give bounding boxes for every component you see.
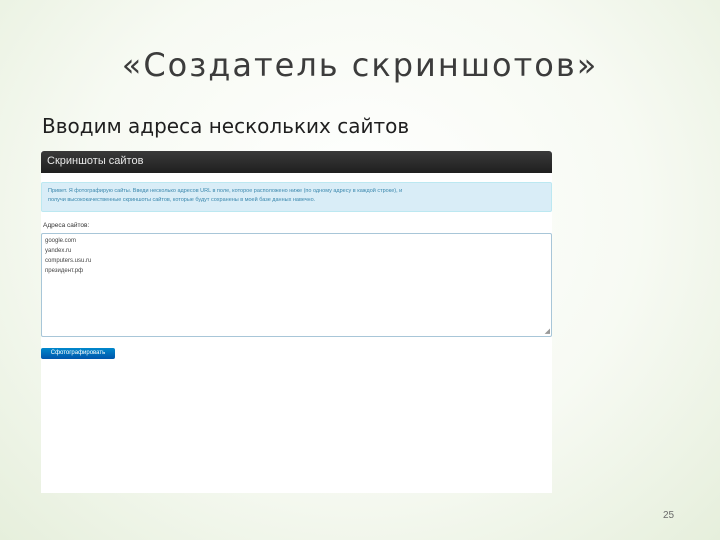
slide-subtitle: Вводим адреса нескольких сайтов	[42, 114, 410, 138]
alert-line: получи высококачественные скриншоты сайт…	[48, 197, 316, 203]
navbar-brand[interactable]: Скриншоты сайтов	[47, 155, 143, 167]
slide-title: «Создатель скриншотов»	[121, 46, 599, 84]
urls-textarea[interactable]: google.com yandex.ru computers.usu.ru пр…	[41, 233, 552, 337]
app-screenshot: Скриншоты сайтов Привет. Я фотографирую …	[41, 151, 552, 493]
urls-label: Адреса сайтов:	[43, 222, 90, 229]
navbar: Скриншоты сайтов	[41, 151, 552, 173]
url-line: computers.usu.ru	[45, 258, 92, 264]
submit-button[interactable]: Сфотографировать	[41, 348, 115, 359]
alert-line: Привет. Я фотографирую сайты. Введи неск…	[48, 188, 403, 194]
resize-handle-icon[interactable]: ◢	[545, 327, 550, 335]
url-line: google.com	[45, 238, 77, 244]
url-line: yandex.ru	[45, 248, 72, 254]
url-line: президент.рф	[45, 268, 84, 274]
info-alert: Привет. Я фотографирую сайты. Введи неск…	[41, 182, 552, 212]
page-number: 25	[663, 510, 675, 521]
alert-text: Привет. Я фотографирую сайты. Введи неск…	[48, 187, 543, 205]
